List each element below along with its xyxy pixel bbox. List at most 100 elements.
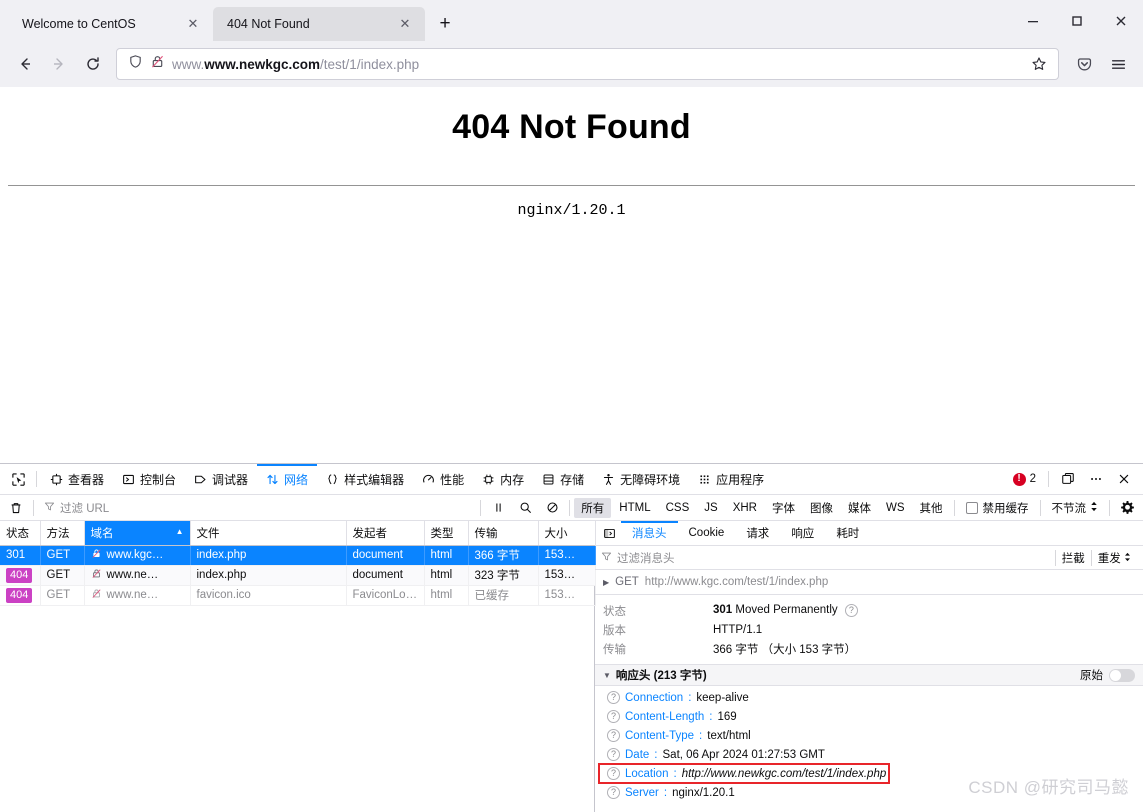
address-bar[interactable]: www.www.newkgc.com/test/1/index.php	[116, 48, 1059, 80]
gear-icon[interactable]	[1114, 495, 1140, 521]
column-status[interactable]: 状态	[0, 521, 41, 546]
raw-toggle[interactable]: 原始	[1080, 667, 1135, 683]
browser-tab-1[interactable]: 404 Not Found ✕	[213, 7, 425, 41]
tab-label: 调试器	[212, 472, 249, 487]
column-transfer[interactable]: 传输	[468, 521, 539, 546]
help-icon[interactable]: ?	[607, 748, 620, 761]
url-filter-input[interactable]: 过滤 URL	[38, 498, 476, 518]
cell-file: index.php	[190, 545, 347, 566]
pause-recording-icon[interactable]	[485, 495, 511, 521]
lock-broken-icon[interactable]	[150, 54, 165, 74]
header-filter-input[interactable]: 过滤消息头 拦截 重发	[595, 546, 1143, 570]
search-icon[interactable]	[512, 495, 538, 521]
type-filter-other[interactable]: 其他	[913, 498, 950, 518]
help-icon[interactable]: ?	[607, 710, 620, 723]
block-requests-icon[interactable]	[539, 495, 565, 521]
error-count-badge[interactable]: ! 2	[1007, 472, 1042, 486]
devtools-tab-accessibility[interactable]: 无障碍环境	[593, 464, 689, 495]
help-icon[interactable]: ?	[607, 729, 620, 742]
devtools-tab-performance[interactable]: 性能	[413, 464, 473, 495]
header-row-content-length[interactable]: ? Content-Length: 169	[595, 707, 1143, 726]
detail-tab-timings[interactable]: 耗时	[825, 521, 870, 546]
type-filter-js[interactable]: JS	[697, 500, 724, 516]
toggle-switch[interactable]	[1109, 668, 1135, 682]
cell-method: GET	[40, 585, 85, 606]
url-domain: www.newkgc.com	[204, 56, 321, 72]
collapse-triangle-icon[interactable]: ▼	[603, 671, 611, 680]
type-filter-media[interactable]: 媒体	[841, 498, 878, 518]
request-summary: 状态 301 Moved Permanently ? 版本 HTTP/1.1 传…	[595, 595, 1143, 658]
reload-icon[interactable]	[77, 48, 109, 80]
type-filter-html[interactable]: HTML	[612, 500, 657, 516]
devtools-tab-debugger[interactable]: 调试器	[185, 464, 257, 495]
table-row[interactable]: 301 GET www.kgc… index.php document html…	[0, 545, 596, 566]
devtools-tab-network[interactable]: 网络	[257, 464, 317, 495]
help-icon[interactable]: ?	[607, 767, 620, 780]
close-window-icon[interactable]	[1099, 0, 1143, 41]
bookmark-star-icon[interactable]	[1026, 51, 1052, 77]
header-row-content-type[interactable]: ? Content-Type: text/html	[595, 726, 1143, 745]
close-icon[interactable]: ✕	[394, 13, 416, 35]
devtools-tab-inspector[interactable]: 查看器	[41, 464, 113, 495]
column-type[interactable]: 类型	[424, 521, 469, 546]
header-row-location[interactable]: ? Location: http://www.newkgc.com/test/1…	[598, 763, 890, 784]
detail-tab-cookies[interactable]: Cookie	[678, 521, 736, 546]
browser-tab-0[interactable]: Welcome to CentOS ✕	[8, 7, 213, 41]
header-row-date[interactable]: ? Date: Sat, 06 Apr 2024 01:27:53 GMT	[595, 745, 1143, 764]
maximize-icon[interactable]	[1055, 0, 1099, 41]
detail-tab-headers[interactable]: 消息头	[621, 521, 678, 546]
element-picker-icon[interactable]	[4, 466, 32, 492]
detail-tab-request[interactable]: 请求	[735, 521, 780, 546]
devtools-tab-storage[interactable]: 存储	[533, 464, 593, 495]
devtools-more-menu-icon[interactable]	[1083, 466, 1109, 492]
table-row[interactable]: 404 GET www.ne… index.php document html …	[0, 565, 596, 586]
type-filter-xhr[interactable]: XHR	[726, 500, 764, 516]
tab-label: 网络	[284, 472, 309, 487]
toggle-sidebar-icon[interactable]	[597, 521, 621, 546]
help-icon[interactable]: ?	[607, 691, 620, 704]
back-icon[interactable]	[9, 48, 41, 80]
type-filter-ws[interactable]: WS	[879, 500, 912, 516]
resend-request-button[interactable]: 重发	[1090, 549, 1137, 566]
shield-icon[interactable]	[128, 54, 143, 74]
header-row-connection[interactable]: ? Connection: keep-alive	[595, 688, 1143, 707]
table-row[interactable]: 404 GET www.ne… favicon.ico FaviconLoad……	[0, 585, 596, 606]
type-filter-image[interactable]: 图像	[803, 498, 840, 518]
new-tab-button[interactable]: +	[431, 10, 459, 38]
cell-initiator[interactable]: FaviconLoad…	[346, 585, 425, 606]
devtools-tab-console[interactable]: 控制台	[113, 464, 185, 495]
hamburger-menu-icon[interactable]	[1102, 48, 1134, 80]
tab-title: Welcome to CentOS	[22, 17, 136, 31]
devtools-close-icon[interactable]	[1111, 466, 1137, 492]
close-icon[interactable]: ✕	[182, 13, 204, 35]
column-initiator[interactable]: 发起者	[346, 521, 425, 546]
cell-status: 404	[0, 565, 41, 586]
devtools-tab-memory[interactable]: 内存	[473, 464, 533, 495]
column-method[interactable]: 方法	[40, 521, 85, 546]
devtools-tab-style-editor[interactable]: 样式编辑器	[317, 464, 413, 495]
help-icon[interactable]: ?	[844, 604, 858, 617]
type-filter-css[interactable]: CSS	[659, 500, 697, 516]
header-row-server[interactable]: ? Server: nginx/1.20.1	[595, 783, 1143, 802]
response-headers-section-header[interactable]: ▼ 响应头 (213 字节) 原始	[595, 664, 1143, 686]
block-request-button[interactable]: 拦截	[1054, 549, 1091, 566]
accessibility-icon	[602, 473, 615, 486]
column-domain[interactable]: 域名 ▲	[84, 521, 191, 546]
detail-tab-response[interactable]: 响应	[780, 521, 825, 546]
dock-position-icon[interactable]	[1055, 466, 1081, 492]
header-name: Location	[625, 767, 669, 780]
summary-status: 状态 301 Moved Permanently ?	[595, 601, 1143, 620]
type-filter-font[interactable]: 字体	[765, 498, 802, 518]
type-filter-all[interactable]: 所有	[574, 497, 612, 518]
clear-requests-icon[interactable]	[3, 495, 29, 521]
save-to-pocket-icon[interactable]	[1068, 48, 1100, 80]
help-icon[interactable]: ?	[607, 786, 620, 799]
column-file[interactable]: 文件	[190, 521, 347, 546]
devtools-tab-application[interactable]: 应用程序	[689, 464, 773, 495]
minimize-icon[interactable]	[1011, 0, 1055, 41]
throttle-select[interactable]: 不节流	[1045, 500, 1106, 516]
expand-triangle-icon[interactable]: ▶	[603, 578, 609, 587]
request-url-row[interactable]: ▶ GET http://www.kgc.com/test/1/index.ph…	[595, 570, 1143, 595]
disable-cache-checkbox[interactable]: 禁用缓存	[959, 500, 1036, 516]
column-size[interactable]: 大小	[538, 521, 596, 546]
